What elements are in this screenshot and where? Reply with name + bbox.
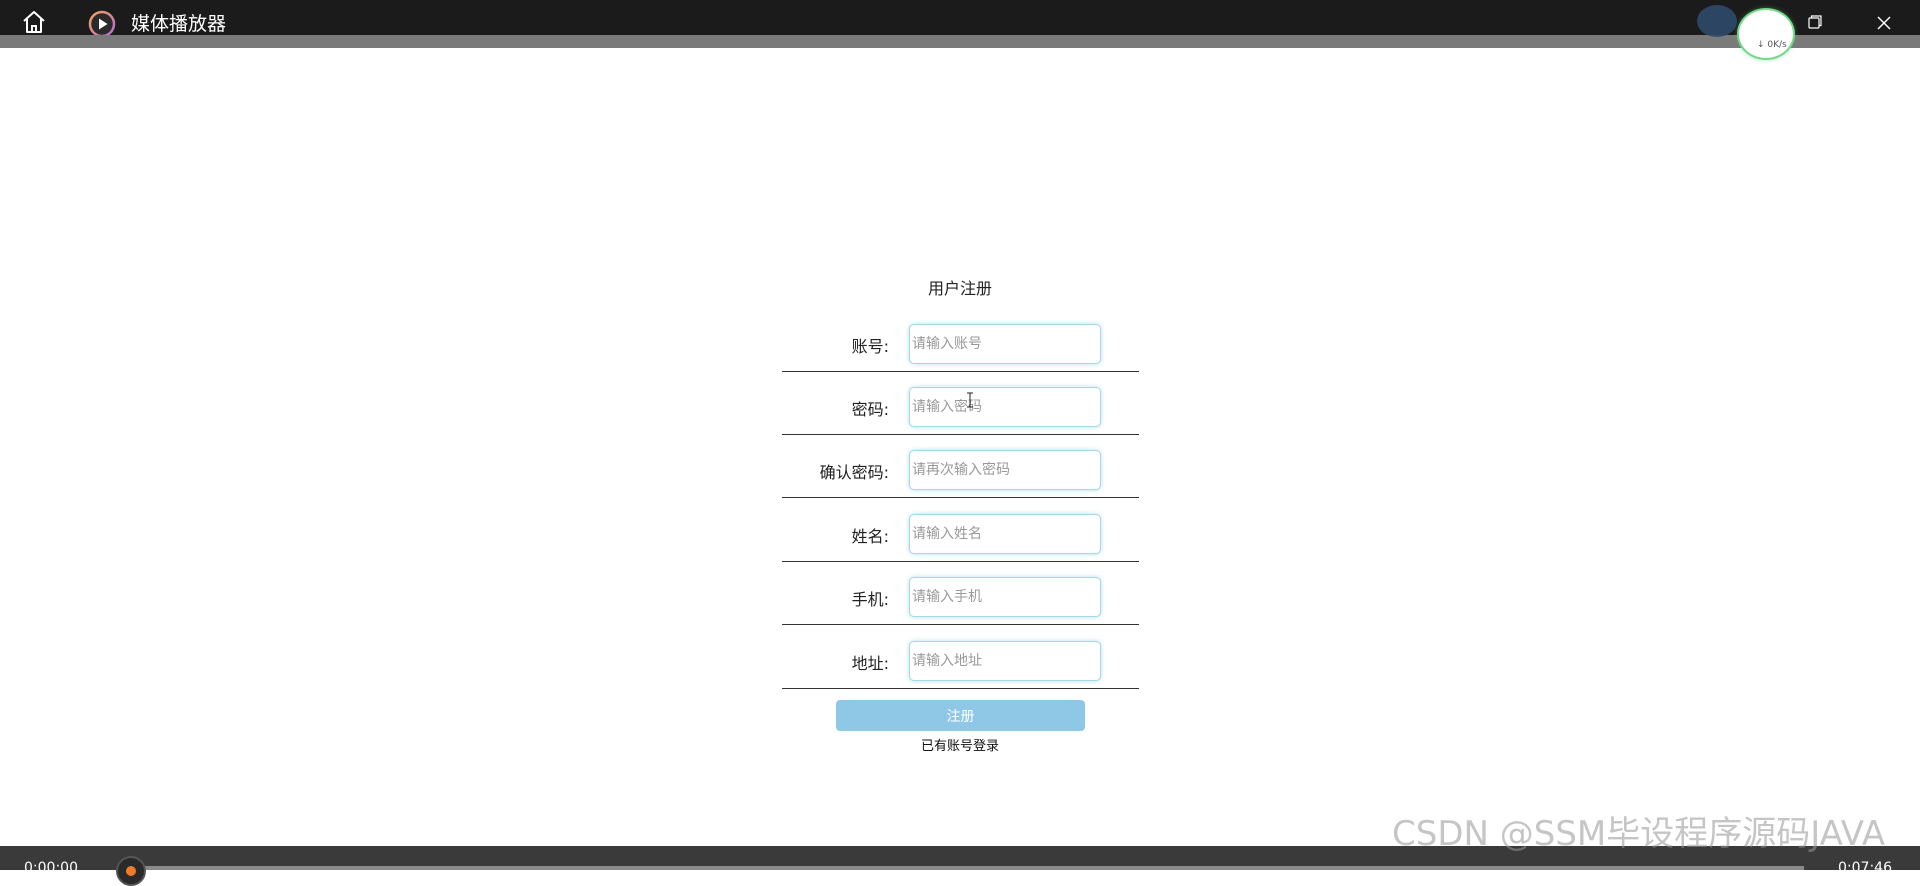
seek-thumb[interactable] <box>116 856 146 886</box>
window-title: 媒体播放器 <box>131 13 227 35</box>
form-row-phone: 手机: <box>782 562 1139 625</box>
titlebar-separator <box>0 35 1920 48</box>
address-label: 地址: <box>851 654 889 673</box>
name-label: 姓名: <box>851 527 889 546</box>
restore-icon <box>1808 15 1822 29</box>
current-time: 0:00:00 <box>24 860 78 876</box>
login-link[interactable]: 已有账号登录 <box>900 738 1020 756</box>
account-input[interactable] <box>909 324 1101 364</box>
form-row-account: 账号: <box>782 309 1139 372</box>
register-button[interactable]: 注册 <box>836 700 1085 731</box>
form-row-name: 姓名: <box>782 499 1139 562</box>
watermark: CSDN @SSM毕设程序源码JAVA <box>1392 814 1886 854</box>
password-input[interactable] <box>909 387 1101 427</box>
form-row-address: 地址: <box>782 626 1139 689</box>
title-bar: 媒体播放器 <box>0 0 1920 38</box>
network-speed-text: ↓ 0K/s <box>1757 40 1787 50</box>
password-label: 密码: <box>851 400 889 419</box>
confirm-password-label: 确认密码: <box>819 463 889 482</box>
home-icon[interactable] <box>20 9 48 35</box>
seek-bar[interactable] <box>128 866 1804 870</box>
seek-thumb-dot <box>126 866 136 876</box>
phone-input[interactable] <box>909 577 1101 617</box>
text-cursor-icon <box>966 392 974 408</box>
name-input[interactable] <box>909 514 1101 554</box>
address-input[interactable] <box>909 641 1101 681</box>
form-title: 用户注册 <box>927 279 992 298</box>
network-speed-widget[interactable] <box>1737 8 1795 60</box>
floating-widget-back <box>1697 5 1737 37</box>
phone-label: 手机: <box>851 590 889 609</box>
form-row-password: 密码: <box>782 372 1139 435</box>
close-icon <box>1877 16 1891 30</box>
account-label: 账号: <box>851 337 889 356</box>
confirm-password-input[interactable] <box>909 450 1101 490</box>
total-time: 0:07:46 <box>1838 860 1892 876</box>
form-row-confirm-password: 确认密码: <box>782 435 1139 498</box>
play-circle-icon <box>88 10 116 38</box>
